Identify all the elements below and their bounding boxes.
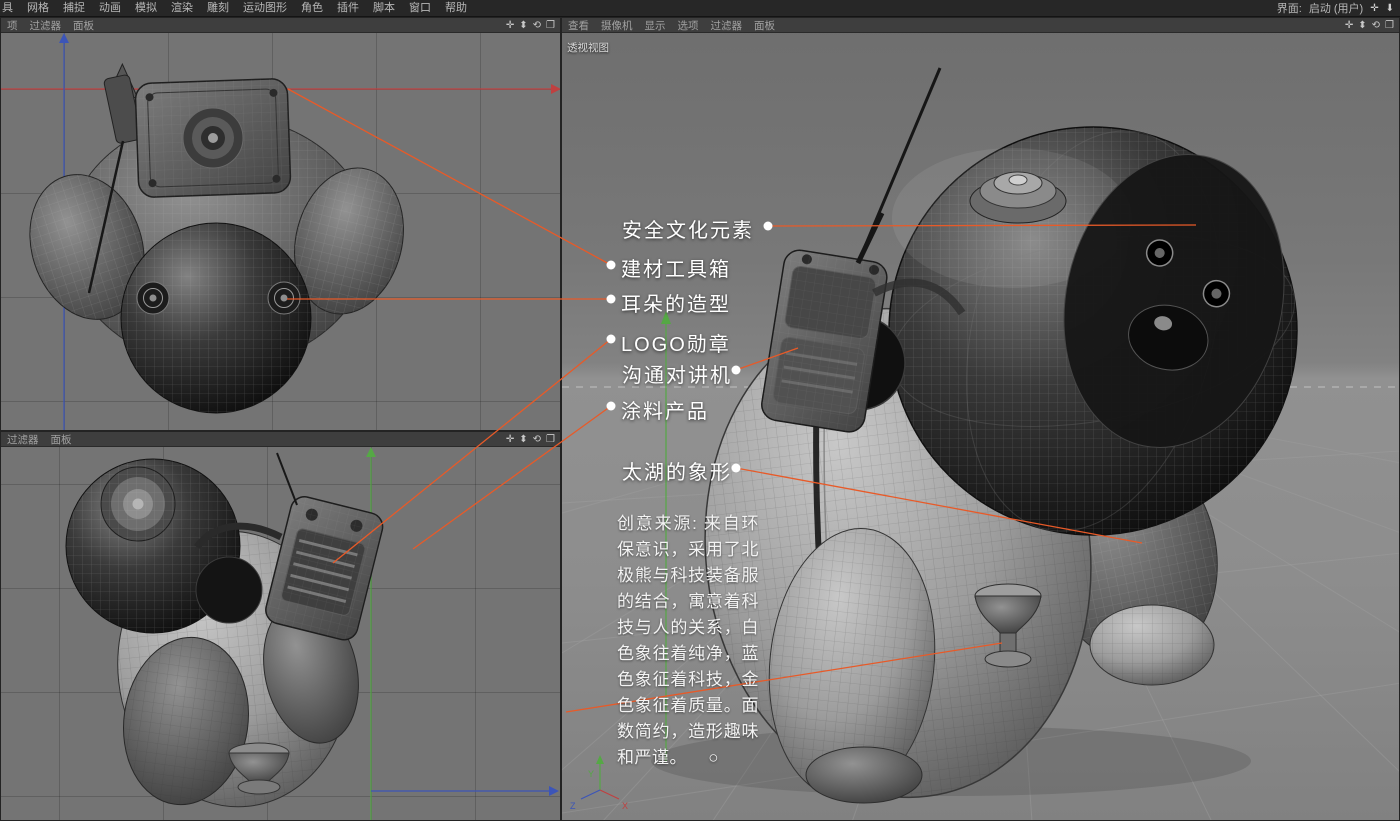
menu-item-help[interactable]: 帮助 (438, 0, 474, 17)
world-axes (366, 447, 559, 821)
vp-menu-panel[interactable]: 面板 (748, 18, 781, 33)
head-cap (101, 467, 175, 541)
menu-item-plugins[interactable]: 插件 (330, 0, 366, 17)
rotate-icon[interactable]: ⟲ (1372, 20, 1380, 31)
gizmo-z-label: Z (570, 801, 576, 811)
maximize-icon[interactable]: ❐ (546, 20, 555, 31)
menu-item-snap[interactable]: 捕捉 (56, 0, 92, 17)
rotate-icon[interactable]: ⟲ (533, 434, 541, 445)
annotation-safety-culture: 安全文化元素 (622, 214, 754, 243)
pan-icon[interactable]: ✛ (506, 434, 514, 445)
y-axis-arrow (366, 447, 376, 457)
description-text: 创意来源: 来自环保意识，采用了北极熊与科技装备服的结合，寓意着科技与人的关系，… (617, 514, 759, 767)
zoom-icon[interactable]: ⬍ (1358, 20, 1366, 31)
pan-icon[interactable]: ✛ (506, 20, 514, 31)
top-view-canvas (1, 33, 561, 431)
side-view-canvas (1, 447, 561, 821)
vp-menu-panel[interactable]: 面板 (45, 432, 78, 447)
menu-item-render[interactable]: 渲染 (164, 0, 200, 17)
rotate-icon[interactable]: ⟲ (533, 20, 541, 31)
menu-item-mograph[interactable]: 运动图形 (236, 0, 294, 17)
menu-item-animation[interactable]: 动画 (92, 0, 128, 17)
interface-label: 界面: (1277, 0, 1302, 16)
maximize-icon[interactable]: ❐ (1385, 20, 1394, 31)
gizmo-x-label: X (622, 801, 628, 811)
viewport-top-view[interactable]: 项 过滤器 面板 ✛ ⬍ ⟲ ❐ (0, 17, 561, 431)
ear-patch (196, 557, 262, 623)
goblet-foot (229, 743, 289, 794)
gizmo-x-axis (600, 790, 619, 799)
view-label: 透视视图 (567, 40, 609, 55)
annotation-paint-product: 涂料产品 (621, 395, 709, 424)
gizmo-z-axis (581, 790, 600, 799)
bear-model-top-view (12, 58, 419, 413)
vp-menu-view[interactable]: 查看 (562, 18, 595, 33)
description-end-circle: ○ (708, 745, 719, 771)
menu-item-window[interactable]: 窗口 (402, 0, 438, 17)
antenna (277, 453, 297, 505)
walkie-talkie-backpack (263, 494, 386, 643)
vp-menu-options[interactable]: 项 (1, 18, 24, 33)
zoom-icon[interactable]: ⬍ (519, 434, 527, 445)
viewport-toolbar: 项 过滤器 面板 ✛ ⬍ ⟲ ❐ (1, 18, 560, 33)
maximize-icon[interactable]: ❐ (546, 434, 555, 445)
vp-menu-filter[interactable]: 过滤器 (24, 18, 68, 33)
annotation-ear-shape: 耳朵的造型 (621, 288, 731, 317)
ear-left (137, 282, 169, 314)
menu-item-tools[interactable]: 具 (0, 0, 20, 17)
viewport-side-view[interactable]: 过滤器 面板 ✛ ⬍ ⟲ ❐ (0, 431, 561, 821)
menubar: 具 网格 捕捉 动画 模拟 渲染 雕刻 运动图形 角色 插件 脚本 窗口 帮助 … (0, 0, 1400, 17)
annotation-logo-medal: LOGO勋章 (621, 328, 731, 357)
menu-item-mesh[interactable]: 网格 (20, 0, 56, 17)
x-axis-arrow (551, 84, 561, 94)
annotation-taihu-shape: 太湖的象形 (622, 456, 732, 485)
vp-menu-display[interactable]: 显示 (639, 18, 672, 33)
z-axis-arrow (59, 33, 69, 43)
vp-menu-filter[interactable]: 过滤器 (1, 432, 45, 447)
vp-menu-filter[interactable]: 过滤器 (705, 18, 749, 33)
gizmo-y-arrow (596, 755, 604, 764)
vp-menu-cameras[interactable]: 摄像机 (595, 18, 639, 33)
menu-item-script[interactable]: 脚本 (366, 0, 402, 17)
zoom-icon[interactable]: ⬍ (519, 20, 527, 31)
pan-icon[interactable]: ✛ (1370, 3, 1378, 14)
annotation-walkie-talkie: 沟通对讲机 (622, 359, 732, 388)
bear-model-side-view (66, 453, 386, 818)
arrow-down-icon[interactable]: ⬇ (1386, 3, 1394, 14)
menu-item-character[interactable]: 角色 (294, 0, 330, 17)
vp-menu-options[interactable]: 选项 (672, 18, 705, 33)
annotation-toolbox: 建材工具箱 (621, 253, 731, 282)
ear-right (268, 282, 300, 314)
menu-item-sculpt[interactable]: 雕刻 (200, 0, 236, 17)
viewport-toolbar: 查看 摄像机 显示 选项 过滤器 面板 ✛ ⬍ ⟲ ❐ (562, 18, 1399, 33)
gizmo-y-label: Y (588, 769, 594, 779)
z-axis-arrow (549, 786, 559, 796)
annotation-description: 创意来源: 来自环保意识，采用了北极熊与科技装备服的结合，寓意着科技与人的关系，… (617, 511, 759, 771)
interface-layout-select[interactable]: 启动 (用户) (1309, 0, 1363, 16)
viewport-toolbar: 过滤器 面板 ✛ ⬍ ⟲ ❐ (1, 432, 560, 447)
pan-icon[interactable]: ✛ (1345, 20, 1353, 31)
vp-menu-panel[interactable]: 面板 (67, 18, 100, 33)
menu-item-simulate[interactable]: 模拟 (128, 0, 164, 17)
